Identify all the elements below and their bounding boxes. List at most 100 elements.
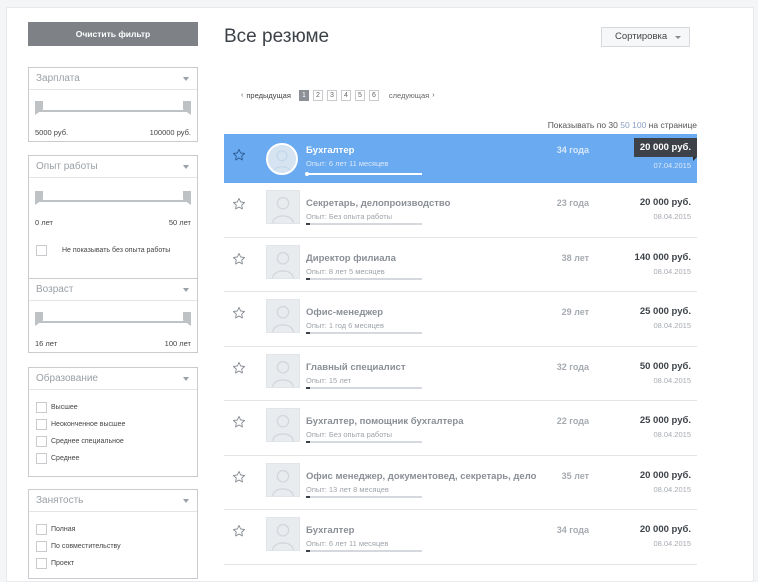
slider-max-handle[interactable] (183, 101, 191, 115)
checkbox[interactable] (36, 541, 47, 552)
salary-filter: Зарплата 5000 руб. 100000 руб. (28, 67, 198, 142)
resume-title[interactable]: Бухгалтер (306, 145, 354, 156)
resume-experience: Опыт: 13 лет 8 месяцев (306, 484, 389, 494)
resume-title[interactable]: Главный специалист (306, 362, 405, 373)
checkbox[interactable] (36, 524, 47, 535)
resume-progress-bar (306, 332, 422, 334)
employment-option[interactable]: По совместительству (29, 540, 197, 557)
checkbox[interactable] (36, 419, 47, 430)
slider-min-handle[interactable] (35, 101, 43, 115)
age-filter-title: Возраст (36, 284, 74, 295)
page-number[interactable]: 6 (368, 89, 379, 101)
salary-filter-header[interactable]: Зарплата (29, 68, 197, 90)
clear-filter-button[interactable]: Очистить фильтр (28, 22, 198, 46)
resume-date: 08.04.2015 (653, 375, 691, 385)
chevron-down-icon (183, 165, 189, 169)
slider-max-handle[interactable] (183, 312, 191, 326)
resume-row[interactable]: Секретарь, делопроизводство Опыт: Без опы… (224, 183, 697, 238)
star-icon[interactable] (232, 415, 246, 429)
resume-title[interactable]: Офис-менеджер (306, 307, 383, 318)
star-icon[interactable] (232, 470, 246, 484)
star-icon[interactable] (232, 148, 246, 162)
checkbox[interactable] (36, 453, 47, 464)
page-number[interactable]: 5 (354, 89, 365, 101)
slider-min-handle[interactable] (35, 312, 43, 326)
checkbox[interactable] (36, 558, 47, 569)
sort-label: Сортировка (615, 31, 668, 42)
resume-progress-bar (306, 441, 422, 443)
age-filter: Возраст 16 лет 100 лет (28, 278, 198, 353)
resume-age: 32 года (556, 361, 589, 372)
resume-date: 08.04.2015 (653, 484, 691, 494)
resume-row[interactable]: Директор филиала Опыт: 8 лет 5 месяцев 38 … (224, 237, 697, 292)
page-title: Все резюме (224, 26, 330, 47)
employment-filter-header[interactable]: Занятость (29, 490, 197, 512)
resume-progress-fill (306, 441, 310, 443)
slider-max-handle[interactable] (183, 191, 191, 205)
resume-progress-fill (306, 495, 310, 498)
education-option[interactable]: Среднее (29, 452, 197, 469)
education-option[interactable]: Неоконченное высшее (29, 418, 197, 435)
resume-progress-bar (306, 386, 422, 389)
page-number[interactable]: 1 (298, 89, 309, 101)
chevron-down-icon (183, 77, 189, 81)
resume-experience: Опыт: Без опыта работы (306, 430, 393, 439)
resume-title[interactable]: Бухгалтер (306, 525, 354, 536)
resume-title[interactable]: Офис менеджер, документовед, секретарь, … (306, 471, 536, 482)
resume-row-selected[interactable]: Бухгалтер Опыт: 6 лет 11 месяцев 34 года 20… (224, 134, 698, 183)
age-filter-header[interactable]: Возраст (29, 279, 197, 301)
no-experience-checkbox-row[interactable]: Не показывать без опыта работы (29, 244, 197, 261)
page-number[interactable]: 4 (340, 89, 351, 101)
page-number[interactable]: 3 (326, 89, 337, 101)
avatar (266, 299, 300, 333)
resume-title[interactable]: Директор филиала (306, 253, 396, 264)
resume-date: 07.04.2015 (653, 161, 691, 170)
per-page-option[interactable]: 50 (620, 120, 629, 130)
chevron-down-icon (183, 499, 189, 503)
chevron-left-icon[interactable]: ‹ (241, 92, 243, 99)
resume-experience: Опыт: 1 год 6 месяцев (306, 321, 384, 330)
resume-experience: Опыт: 8 лет 5 месяцев (306, 266, 385, 276)
education-option[interactable]: Среднее специальное (29, 435, 197, 452)
checkbox[interactable] (36, 436, 47, 447)
star-icon[interactable] (232, 197, 246, 211)
slider-min-handle[interactable] (35, 191, 43, 205)
page-number[interactable]: 2 (312, 89, 323, 101)
education-option[interactable]: Высшее (29, 401, 197, 418)
star-icon[interactable] (232, 524, 246, 538)
prev-page-link[interactable]: предыдущая (246, 91, 291, 100)
no-experience-checkbox[interactable] (36, 245, 47, 256)
resume-row[interactable]: Офис-менеджер Опыт: 1 год 6 месяцев 29 лет… (224, 292, 697, 347)
star-icon[interactable] (232, 306, 246, 320)
employment-option[interactable]: Полная (29, 523, 197, 540)
resume-row[interactable]: Главный специалист Опыт: 15 лет 32 года 50 … (224, 346, 697, 401)
resume-age: 35 лет (561, 470, 589, 481)
per-page-option[interactable]: 30 (608, 120, 617, 130)
resume-salary: 20 000 руб. (639, 469, 691, 481)
avatar (266, 353, 300, 388)
star-icon[interactable] (232, 361, 246, 375)
age-range-slider[interactable] (35, 309, 191, 339)
resume-row[interactable]: Бухгалтер, помощник бухгалтера Опыт: Без … (224, 401, 697, 456)
education-option-label: Неоконченное высшее (51, 421, 126, 428)
age-min-label: 16 лет (35, 339, 58, 348)
next-page-link[interactable]: следующая (389, 91, 429, 100)
resume-row[interactable]: Бухгалтер Опыт: 6 лет 11 месяцев 34 года 20… (224, 510, 697, 565)
salary-range-slider[interactable] (35, 98, 191, 128)
resume-progress-fill (306, 550, 310, 552)
slider-track (39, 110, 187, 112)
checkbox[interactable] (36, 402, 47, 413)
experience-filter-header[interactable]: Опыт работы (29, 156, 197, 178)
experience-range-slider[interactable] (35, 188, 191, 218)
resume-age: 38 лет (561, 252, 589, 263)
chevron-right-icon[interactable]: › (432, 92, 434, 99)
star-icon[interactable] (232, 252, 246, 266)
resume-age: 29 лет (561, 307, 589, 317)
sort-dropdown[interactable]: Сортировка (601, 27, 690, 47)
employment-option[interactable]: Проект (29, 557, 197, 574)
education-filter-header[interactable]: Образование (29, 368, 197, 390)
resume-title[interactable]: Секретарь, делопроизводство (306, 198, 450, 209)
resume-row[interactable]: Офис менеджер, документовед, секретарь, … (224, 455, 697, 510)
per-page-option[interactable]: 100 (632, 120, 646, 130)
resume-title[interactable]: Бухгалтер, помощник бухгалтера (306, 416, 464, 427)
